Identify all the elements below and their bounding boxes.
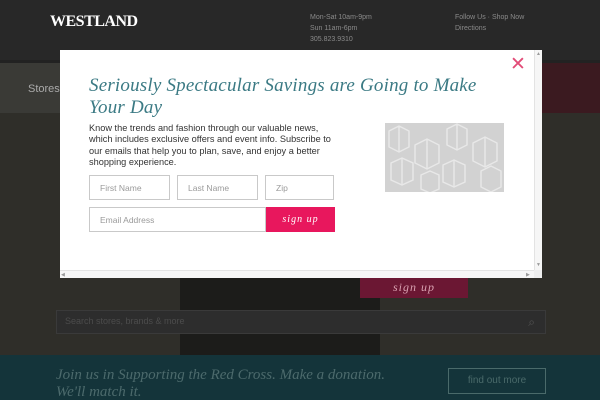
header-links: Follow Us · Shop Now Directions — [455, 12, 524, 34]
nav-promo[interactable] — [538, 63, 600, 113]
promo-image — [385, 123, 504, 192]
find-out-more-button[interactable]: find out more — [448, 368, 546, 394]
header-link[interactable]: Follow Us · Shop Now — [455, 12, 524, 23]
nav-item-stores[interactable]: Stores — [28, 83, 60, 95]
store-contact: Mon-Sat 10am-9pm Sun 11am-6pm 305.823.93… — [310, 12, 372, 45]
scroll-right-icon[interactable]: ▶ — [526, 272, 530, 278]
site-search-bar[interactable]: Search stores, brands & more ⌕ — [56, 310, 546, 334]
shopping-bags-pattern — [385, 123, 504, 192]
red-cross-text: Join us in Supporting the Red Cross. Mak… — [56, 367, 386, 400]
email-field[interactable] — [89, 207, 266, 232]
resize-corner — [534, 270, 542, 278]
site-logo[interactable]: WESTLAND — [50, 13, 138, 31]
zip-field[interactable] — [265, 175, 334, 200]
first-name-field[interactable] — [89, 175, 170, 200]
search-placeholder: Search stores, brands & more — [65, 316, 185, 326]
hero-signup-button[interactable]: sign up — [360, 276, 468, 298]
search-icon[interactable]: ⌕ — [528, 315, 535, 330]
last-name-field[interactable] — [177, 175, 258, 200]
horizontal-scrollbar[interactable]: ◀ ▶ — [60, 270, 534, 278]
header-link[interactable]: Directions — [455, 23, 524, 34]
contact-line: Mon-Sat 10am-9pm — [310, 14, 372, 21]
modal-headline: Seriously Spectacular Savings are Going … — [89, 75, 477, 118]
modal-description: Know the trends and fashion through our … — [89, 123, 331, 168]
scroll-left-icon[interactable]: ◀ — [61, 272, 65, 278]
vertical-scrollbar[interactable]: ▲ ▼ — [534, 50, 542, 270]
scroll-up-icon[interactable]: ▲ — [536, 51, 541, 57]
scroll-down-icon[interactable]: ▼ — [536, 262, 541, 268]
newsletter-modal: ✕ Seriously Spectacular Savings are Goin… — [60, 50, 542, 278]
contact-line: Sun 11am-6pm — [310, 25, 358, 32]
signup-button[interactable]: sign up — [266, 207, 335, 232]
close-icon[interactable]: ✕ — [510, 55, 526, 74]
contact-line: 305.823.9310 — [310, 36, 353, 43]
